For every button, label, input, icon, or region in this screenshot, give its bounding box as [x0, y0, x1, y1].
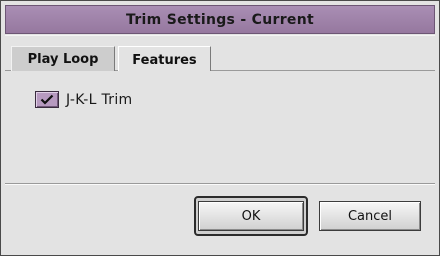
- ok-button[interactable]: OK: [198, 201, 304, 231]
- features-panel: J-K-L Trim: [5, 71, 435, 183]
- cancel-button[interactable]: Cancel: [319, 201, 421, 231]
- checkmark-icon: [40, 94, 54, 105]
- tab-strip: Play Loop Features: [5, 35, 435, 73]
- jkl-trim-label: J-K-L Trim: [66, 91, 133, 108]
- jkl-trim-option[interactable]: J-K-L Trim: [35, 91, 132, 108]
- jkl-trim-checkbox[interactable]: [35, 91, 59, 108]
- tab-features[interactable]: Features: [118, 46, 211, 73]
- divider: [5, 183, 435, 185]
- dialog-title: Trim Settings - Current: [126, 11, 314, 28]
- trim-settings-dialog: Trim Settings - Current Play Loop Featur…: [0, 0, 440, 256]
- tab-play-loop[interactable]: Play Loop: [11, 46, 115, 72]
- title-bar[interactable]: Trim Settings - Current: [5, 5, 435, 34]
